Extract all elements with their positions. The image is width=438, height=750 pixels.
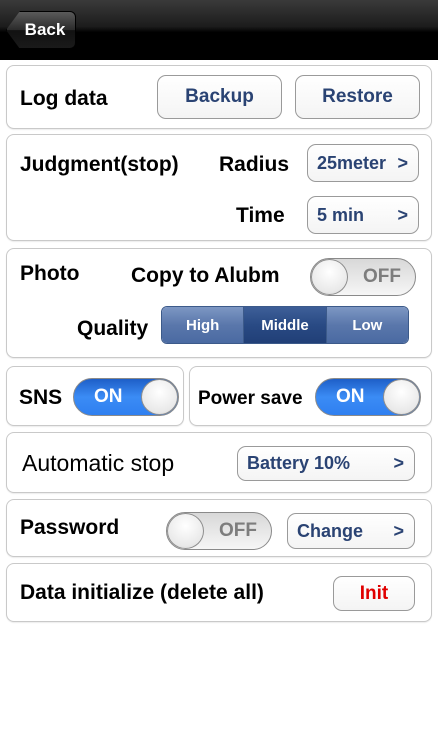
time-label: Time (236, 204, 285, 227)
judgment-stop-label: Judgment(stop) (20, 153, 179, 176)
password-label: Password (20, 516, 120, 539)
quality-segmented-control: High Middle Low (161, 306, 409, 344)
toggle-state-label: ON (336, 386, 365, 407)
sns-label: SNS (19, 386, 63, 409)
password-toggle[interactable]: OFF (166, 512, 272, 550)
navigation-bar: Back (0, 0, 438, 60)
backup-button[interactable]: Backup (157, 75, 282, 119)
photo-label: Photo (20, 262, 80, 285)
change-label: Change (297, 520, 364, 541)
automatic-stop-select[interactable]: Battery 10% > (237, 446, 415, 481)
radius-select[interactable]: 25meter > (307, 144, 419, 182)
radius-label: Radius (219, 153, 290, 176)
restore-button[interactable]: Restore (295, 75, 420, 119)
radius-value: 25meter (317, 152, 387, 173)
toggle-knob (141, 379, 178, 415)
toggle-state-label: OFF (219, 520, 257, 541)
sns-toggle[interactable]: ON (73, 378, 179, 416)
quality-label: Quality (77, 317, 149, 340)
power-save-label: Power save (198, 388, 303, 409)
password-panel: Password OFF Change > (6, 499, 432, 557)
log-data-label: Log data (20, 87, 108, 110)
sns-panel: SNS ON (6, 366, 184, 426)
automatic-stop-value: Battery 10% (247, 453, 351, 473)
toggle-state-label: OFF (363, 266, 401, 287)
data-initialize-panel: Data initialize (delete all) Init (6, 563, 432, 622)
copy-to-album-toggle[interactable]: OFF (310, 258, 416, 296)
toggle-knob (167, 513, 204, 549)
power-save-panel: Power save ON (189, 366, 432, 426)
time-value: 5 min (317, 204, 365, 225)
quality-option-low[interactable]: Low (326, 307, 408, 343)
log-data-panel: Log data Backup Restore (6, 65, 432, 129)
data-initialize-label: Data initialize (delete all) (20, 581, 264, 604)
quality-option-high[interactable]: High (162, 307, 245, 343)
power-save-toggle[interactable]: ON (315, 378, 421, 416)
copy-to-album-label: Copy to Alubm (131, 264, 280, 287)
toggle-knob (311, 259, 348, 295)
time-select[interactable]: 5 min > (307, 196, 419, 234)
automatic-stop-label: Automatic stop (22, 450, 175, 476)
chevron-right-icon: > (393, 453, 404, 473)
chevron-right-icon: > (393, 520, 404, 541)
judgment-stop-panel: Judgment(stop) Radius 25meter > Time 5 m… (6, 134, 432, 241)
toggle-knob (383, 379, 420, 415)
init-button[interactable]: Init (333, 576, 415, 611)
back-button[interactable]: Back (6, 11, 76, 49)
toggle-state-label: ON (94, 386, 123, 407)
change-password-button[interactable]: Change > (287, 513, 415, 549)
automatic-stop-panel: Automatic stop Battery 10% > (6, 432, 432, 493)
chevron-right-icon: > (397, 204, 408, 225)
chevron-right-icon: > (397, 152, 408, 173)
quality-option-middle[interactable]: Middle (244, 307, 327, 343)
